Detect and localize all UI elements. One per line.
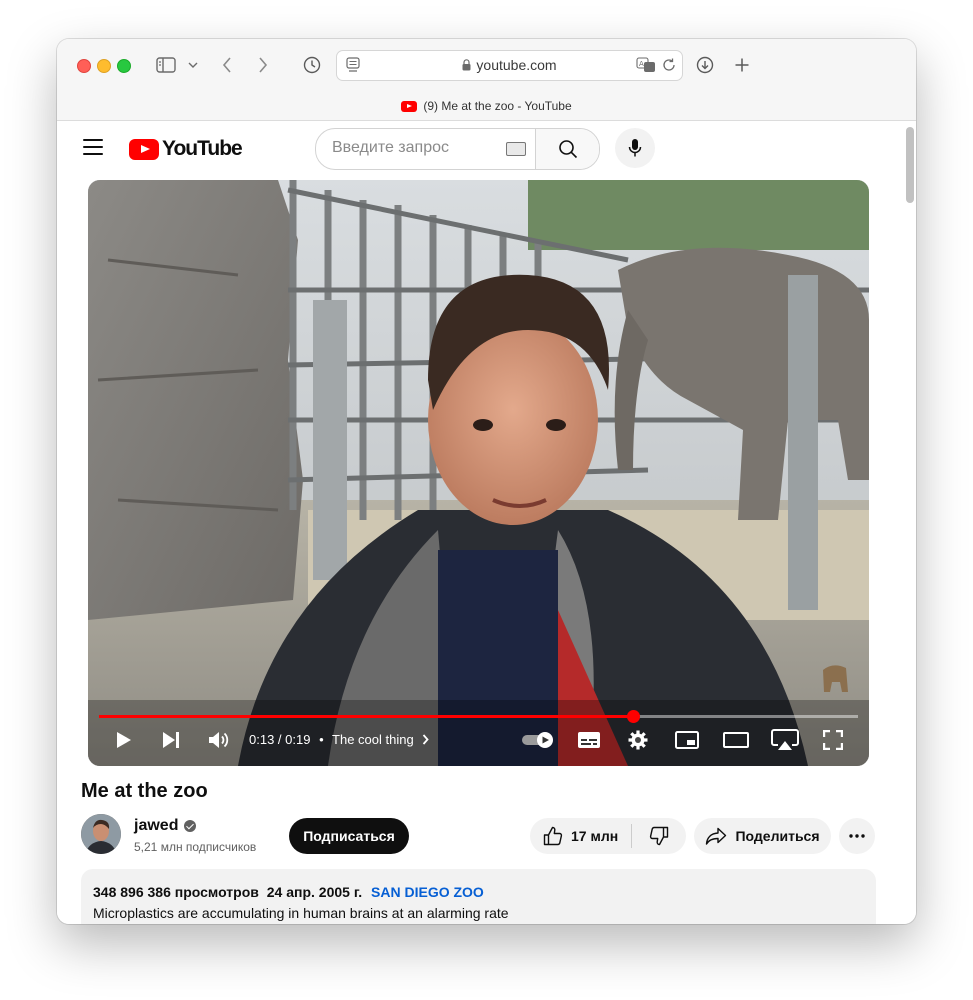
youtube-favicon-icon <box>401 101 417 112</box>
next-icon <box>162 731 180 749</box>
close-window-button[interactable] <box>77 59 91 73</box>
miniplayer-button[interactable] <box>674 726 700 754</box>
view-count: 348 896 386 просмотров <box>93 884 259 900</box>
channel-name-row: jawed <box>134 817 196 835</box>
description-snippet: Microplastics are accumulating in human … <box>93 905 509 921</box>
time-display: 0:13 / 0:19 <box>249 732 310 747</box>
chapter-label[interactable]: The cool thing <box>332 732 414 747</box>
youtube-logo[interactable]: YouTube <box>129 137 242 161</box>
share-label: Поделиться <box>735 828 819 844</box>
dislike-button[interactable] <box>632 826 686 846</box>
page-scrollbar[interactable] <box>906 127 914 203</box>
sidebar-toggle-icon[interactable] <box>155 52 177 78</box>
play-icon <box>116 731 132 749</box>
verified-badge-icon <box>184 820 196 832</box>
location-tag[interactable]: SAN DIEGO ZOO <box>371 884 484 900</box>
volume-button[interactable] <box>205 726 233 754</box>
menu-icon[interactable] <box>83 139 103 155</box>
fullscreen-button[interactable] <box>820 726 846 754</box>
next-button[interactable] <box>159 726 183 754</box>
subtitles-icon <box>577 731 601 749</box>
time-display-row: 0:13 / 0:19 • The cool thing <box>249 732 429 748</box>
theater-icon <box>723 732 749 748</box>
airplay-button[interactable] <box>770 726 800 754</box>
description-meta: 348 896 386 просмотров 24 апр. 2005 г. S… <box>93 884 484 900</box>
lock-icon <box>462 58 471 74</box>
search-box <box>315 128 600 170</box>
description-box[interactable]: 348 896 386 просмотров 24 апр. 2005 г. S… <box>81 869 876 924</box>
search-button[interactable] <box>535 129 599 169</box>
thumbs-down-icon <box>649 826 669 846</box>
downloads-icon[interactable] <box>693 52 717 78</box>
new-tab-icon[interactable] <box>730 52 754 78</box>
subscriber-count: 5,21 млн подписчиков <box>134 840 256 854</box>
volume-icon <box>208 731 230 749</box>
like-button[interactable]: 17 млн <box>530 826 631 846</box>
video-frame <box>88 180 869 766</box>
back-icon[interactable] <box>217 52 237 78</box>
airplay-icon <box>771 729 799 751</box>
chevron-down-icon[interactable] <box>185 52 201 78</box>
history-icon[interactable] <box>300 52 324 78</box>
miniplayer-icon <box>675 731 699 749</box>
more-actions-button[interactable] <box>839 818 875 854</box>
browser-window: youtube.com A (9) Me at the zoo - YouTub… <box>57 39 916 924</box>
share-icon <box>705 827 727 845</box>
tab-title-row[interactable]: (9) Me at the zoo - YouTube <box>57 99 916 113</box>
video-player[interactable]: 0:13 / 0:19 • The cool thing <box>88 180 869 766</box>
play-button[interactable] <box>112 726 136 754</box>
more-horizontal-icon <box>849 834 865 838</box>
voice-search-button[interactable] <box>615 128 655 168</box>
subtitles-button[interactable] <box>576 726 602 754</box>
thumbs-up-icon <box>543 826 563 846</box>
like-dislike-group: 17 млн <box>530 818 686 854</box>
settings-button[interactable] <box>625 726 651 754</box>
forward-icon[interactable] <box>253 52 273 78</box>
channel-avatar[interactable] <box>81 814 121 854</box>
channel-name[interactable]: jawed <box>134 817 178 835</box>
tab-title: (9) Me at the zoo - YouTube <box>423 99 571 113</box>
microphone-icon <box>628 138 642 158</box>
autoplay-icon <box>521 732 555 748</box>
upload-date: 24 апр. 2005 г. <box>267 884 362 900</box>
chevron-right-icon[interactable] <box>422 733 429 748</box>
player-controls: 0:13 / 0:19 • The cool thing <box>88 718 869 766</box>
fullscreen-icon <box>823 730 843 750</box>
gear-icon <box>627 729 649 751</box>
youtube-play-icon <box>129 139 159 160</box>
youtube-logo-text: YouTube <box>162 137 242 161</box>
address-url: youtube.com <box>476 57 556 73</box>
keyboard-icon[interactable] <box>506 142 526 156</box>
share-button[interactable]: Поделиться <box>694 818 831 854</box>
like-count: 17 млн <box>571 828 618 844</box>
reload-icon[interactable] <box>661 57 677 78</box>
translate-icon[interactable]: A <box>636 56 656 79</box>
svg-text:A: A <box>639 60 644 68</box>
address-text-row: youtube.com <box>337 57 682 74</box>
search-icon <box>558 139 578 159</box>
theater-mode-button[interactable] <box>722 726 750 754</box>
zoom-window-button[interactable] <box>117 59 131 73</box>
video-title: Me at the zoo <box>81 780 208 803</box>
subscribe-button[interactable]: Подписаться <box>289 818 409 854</box>
browser-toolbar: youtube.com A (9) Me at the zoo - YouTub… <box>57 39 916 121</box>
autoplay-toggle[interactable] <box>520 726 556 754</box>
address-bar[interactable]: youtube.com A <box>336 50 683 81</box>
youtube-page: YouTube <box>57 121 916 924</box>
dot-separator: • <box>319 732 324 747</box>
minimize-window-button[interactable] <box>97 59 111 73</box>
